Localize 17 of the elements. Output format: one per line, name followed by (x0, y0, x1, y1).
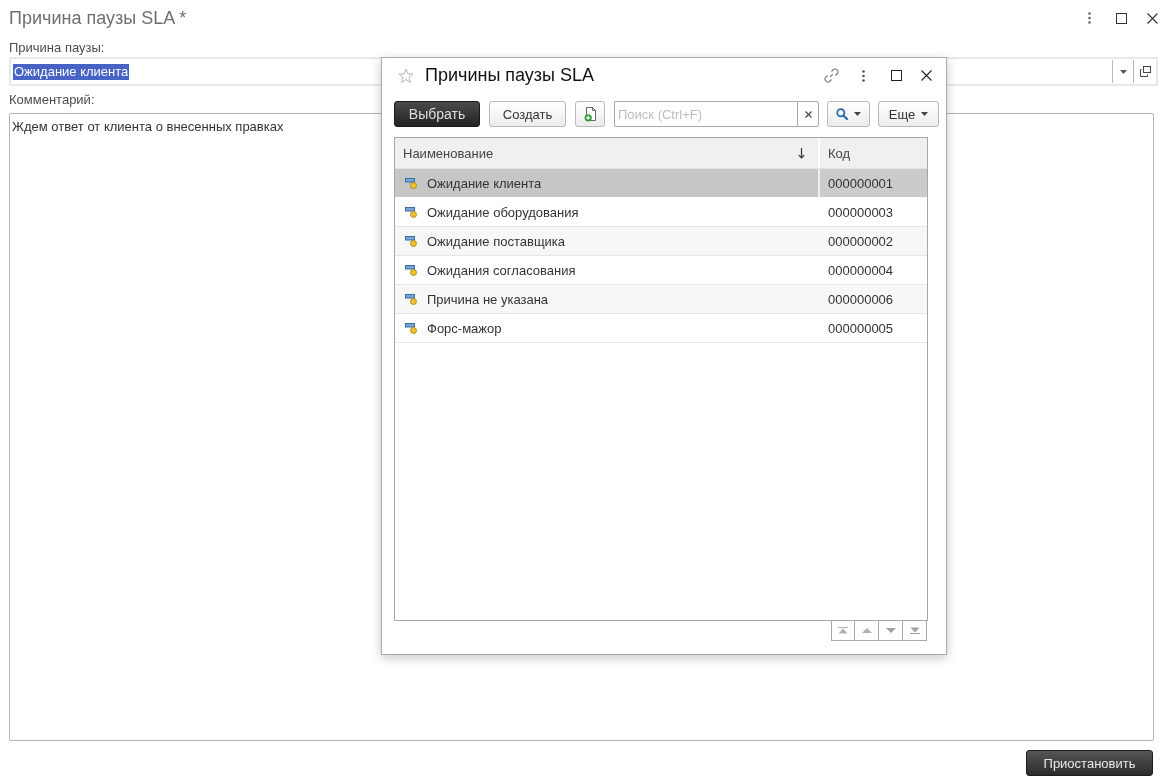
item-name: Форс-мажор (427, 320, 502, 336)
field-label: Комментарий: (9, 92, 95, 107)
dialog-title: Причины паузы SLA (425, 65, 596, 86)
item-name: Ожидание клиента (427, 175, 542, 191)
table-cell-text: 000000006 (827, 290, 895, 309)
item-name: Ожидания согласования (427, 262, 576, 278)
table-cell-text: 000000001 (827, 174, 895, 193)
table-cell-text: 000000005 (827, 319, 895, 338)
table-cell-text: 000000003 (827, 203, 895, 222)
item-name: Ожидание оборудования (427, 204, 579, 220)
item-name: Причина не указана (427, 291, 549, 307)
table-cell-text: 000000004 (827, 261, 895, 280)
field-label: Причина паузы: (9, 40, 105, 55)
item-name: Ожидание поставщика (427, 233, 566, 249)
field-value: Ожидание клиента (13, 63, 130, 80)
window-title: Причина паузы SLA * (9, 7, 188, 29)
table-cell-text: 000000002 (827, 232, 895, 251)
